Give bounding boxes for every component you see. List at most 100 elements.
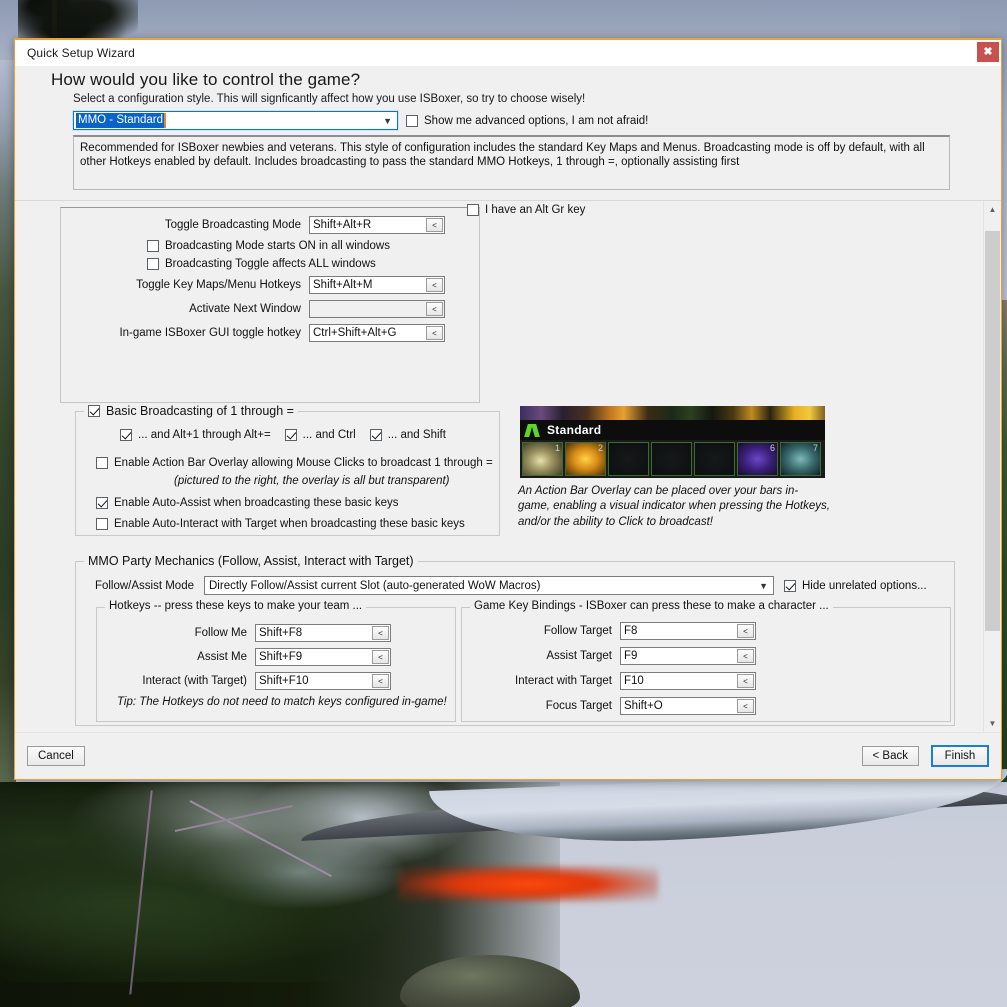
picker-button-interact-with-target[interactable]: < <box>372 674 389 688</box>
preview-overlay-header: Standard <box>520 420 825 440</box>
checkbox-alt-modifier[interactable]: ... and Alt+1 through Alt+= <box>120 429 271 441</box>
label-shift-modifier: ... and Shift <box>387 429 446 441</box>
checkbox-auto-interact[interactable]: Enable Auto-Interact with Target when br… <box>96 518 465 530</box>
wizard-header: How would you like to control the game? … <box>15 66 1001 190</box>
label-assist-target: Assist Target <box>546 650 612 662</box>
scroll-down-icon[interactable]: ▼ <box>984 715 1001 732</box>
picker-button-ingame-gui-toggle[interactable]: < <box>426 326 443 340</box>
preview-slot-number: 1 <box>554 443 560 453</box>
input-interact-target[interactable]: F10 < <box>620 672 756 690</box>
team-hotkeys-title-label: Hotkeys -- press these keys to make your… <box>109 600 363 612</box>
input-assist-me[interactable]: Shift+F9 < <box>255 648 391 666</box>
input-toggle-broadcasting[interactable]: Shift+Alt+R < <box>309 216 445 234</box>
party-mechanics-group: MMO Party Mechanics (Follow, Assist, Int… <box>75 554 955 726</box>
config-style-dropdown[interactable]: MMO - Standard ▼ <box>72 110 399 131</box>
picker-button-follow-target[interactable]: < <box>737 624 754 638</box>
input-interact-with-target[interactable]: Shift+F10 < <box>255 672 391 690</box>
value-focus-target: Shift+O <box>624 700 663 712</box>
picker-button-activate-next-window[interactable]: < <box>426 302 443 316</box>
input-ingame-gui-toggle[interactable]: Ctrl+Shift+Alt+G < <box>309 324 445 342</box>
checkbox-action-bar-overlay[interactable]: Enable Action Bar Overlay allowing Mouse… <box>96 457 493 469</box>
config-style-value: MMO - Standard <box>76 112 166 129</box>
checkbox-auto-assist[interactable]: Enable Auto-Assist when broadcasting the… <box>96 497 398 509</box>
preview-slot: 6 <box>737 442 778 476</box>
team-hotkeys-title: Hotkeys -- press these keys to make your… <box>105 600 367 612</box>
checkbox-box <box>369 429 382 441</box>
input-focus-target[interactable]: Shift+O < <box>620 697 756 715</box>
checkbox-box <box>284 429 297 441</box>
value-follow-assist-mode: Directly Follow/Assist current Slot (aut… <box>209 579 541 592</box>
value-ingame-gui-toggle: Ctrl+Shift+Alt+G <box>313 327 397 339</box>
basic-broadcasting-title[interactable]: Basic Broadcasting of 1 through = <box>84 404 298 418</box>
window-title: Quick Setup Wizard <box>27 46 135 60</box>
scrollbar-thumb[interactable] <box>985 231 1000 631</box>
row-interact-with-target: Interact (with Target) Shift+F10 < <box>97 672 455 690</box>
value-toggle-broadcasting: Shift+Alt+R <box>313 219 372 231</box>
input-follow-target[interactable]: F8 < <box>620 622 756 640</box>
checkbox-ctrl-modifier[interactable]: ... and Ctrl <box>284 429 356 441</box>
label-toggle-broadcasting: Toggle Broadcasting Mode <box>164 219 301 231</box>
modifier-row: ... and Alt+1 through Alt+= ... and Ctrl… <box>120 429 446 441</box>
window-titlebar: Quick Setup Wizard ✖ <box>15 40 1001 66</box>
follow-assist-mode-dropdown[interactable]: Directly Follow/Assist current Slot (aut… <box>204 576 774 595</box>
picker-button-assist-me[interactable]: < <box>372 650 389 664</box>
row-ingame-gui-toggle: In-game ISBoxer GUI toggle hotkey Ctrl+S… <box>61 324 479 342</box>
picker-button-follow-me[interactable]: < <box>372 626 389 640</box>
content-scrollbar[interactable]: ▲ ▼ <box>983 201 1001 732</box>
isboxer-logo-icon <box>526 424 539 437</box>
show-advanced-checkbox[interactable]: Show me advanced options, I am not afrai… <box>406 114 648 127</box>
checkbox-box <box>406 114 418 127</box>
value-interact-target: F10 <box>624 675 644 687</box>
input-activate-next-window[interactable]: < <box>309 300 445 318</box>
label-broadcasting-starts-on: Broadcasting Mode starts ON in all windo… <box>165 240 390 252</box>
label-alt-modifier: ... and Alt+1 through Alt+= <box>138 429 271 441</box>
label-focus-target: Focus Target <box>545 700 612 712</box>
checkbox-hide-unrelated[interactable]: Hide unrelated options... <box>784 579 927 592</box>
label-ingame-gui-toggle: In-game ISBoxer GUI toggle hotkey <box>119 327 301 339</box>
cancel-button[interactable]: Cancel <box>27 746 85 766</box>
label-action-bar-overlay: Enable Action Bar Overlay allowing Mouse… <box>114 457 493 469</box>
row-assist-target: Assist Target F9 < <box>462 647 950 665</box>
preview-slot-number: 2 <box>597 443 603 453</box>
row-toggle-keymaps: Toggle Key Maps/Menu Hotkeys Shift+Alt+M… <box>61 276 479 294</box>
row-starts-on: Broadcasting Mode starts ON in all windo… <box>61 240 479 252</box>
input-assist-target[interactable]: F9 < <box>620 647 756 665</box>
checkbox-shift-modifier[interactable]: ... and Shift <box>369 429 446 441</box>
input-toggle-keymaps[interactable]: Shift+Alt+M < <box>309 276 445 294</box>
page-subtitle: Select a configuration style. This will … <box>73 93 586 105</box>
label-auto-assist: Enable Auto-Assist when broadcasting the… <box>114 497 399 509</box>
picker-button-assist-target[interactable]: < <box>737 649 754 663</box>
checkbox-altgr[interactable]: I have an Alt Gr key <box>467 204 585 216</box>
picker-button-focus-target[interactable]: < <box>737 699 754 713</box>
label-assist-me: Assist Me <box>197 651 247 663</box>
action-bar-overlay-preview: Standard 1 2 6 7 <box>520 406 825 478</box>
label-follow-target: Follow Target <box>543 625 612 637</box>
finish-button[interactable]: Finish <box>931 745 989 767</box>
game-key-bindings-title: Game Key Bindings - ISBoxer can press th… <box>470 600 833 612</box>
checkbox-toggle-affects-all[interactable]: Broadcasting Toggle affects ALL windows <box>147 258 376 270</box>
value-follow-me: Shift+F8 <box>259 627 303 639</box>
picker-button-interact-target[interactable]: < <box>737 674 754 688</box>
row-assist-me: Assist Me Shift+F9 < <box>97 648 455 666</box>
input-follow-me[interactable]: Shift+F8 < <box>255 624 391 642</box>
preview-slot <box>608 442 649 476</box>
back-button[interactable]: < Back <box>861 746 919 766</box>
preview-slot: 7 <box>780 442 821 476</box>
label-interact-with-target: Interact (with Target) <box>142 675 247 687</box>
checkbox-box <box>88 405 100 417</box>
label-follow-me: Follow Me <box>194 627 247 639</box>
picker-button-toggle-keymaps[interactable]: < <box>426 278 443 292</box>
preview-game-bar-top <box>520 406 825 420</box>
wizard-footer: Cancel < Back Finish <box>15 732 1001 779</box>
global-hotkeys-panel: Toggle Broadcasting Mode Shift+Alt+R < B… <box>60 207 480 403</box>
close-icon[interactable]: ✖ <box>977 42 999 62</box>
quick-setup-wizard-window: Quick Setup Wizard ✖ How would you like … <box>14 38 1002 780</box>
altgr-row: I have an Alt Gr key <box>467 203 585 221</box>
picker-button-toggle-broadcasting[interactable]: < <box>426 218 443 232</box>
page-title: How would you like to control the game? <box>51 70 361 89</box>
scroll-up-icon[interactable]: ▲ <box>984 201 1001 218</box>
label-altgr: I have an Alt Gr key <box>485 204 586 216</box>
preview-slot-number: 6 <box>769 443 775 453</box>
checkbox-broadcasting-starts-on[interactable]: Broadcasting Mode starts ON in all windo… <box>147 240 390 252</box>
style-description: Recommended for ISBoxer newbies and vete… <box>73 135 950 190</box>
